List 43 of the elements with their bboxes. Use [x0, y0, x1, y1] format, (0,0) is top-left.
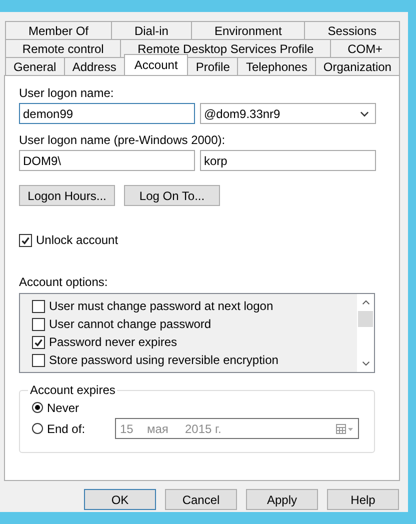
logon-name-field[interactable]: demon99: [19, 103, 195, 124]
tab[interactable]: Member Of: [5, 21, 112, 39]
section-label: Account options:: [19, 275, 108, 289]
scroll-down-icon[interactable]: [362, 361, 370, 366]
group-title: Account expires: [29, 383, 116, 397]
logon-name-field[interactable]: korp: [200, 150, 376, 171]
checkbox[interactable]: [32, 318, 45, 330]
scroll-up-icon[interactable]: [362, 300, 370, 305]
tab[interactable]: General: [5, 57, 65, 75]
field-label: User logon name (pre-Windows 2000):: [19, 133, 226, 147]
domain-prefix-field[interactable]: DOM9\: [19, 150, 195, 171]
dialog-button[interactable]: Apply: [246, 489, 318, 510]
scrollbar[interactable]: [356, 294, 374, 372]
dialog-button[interactable]: Log On To...: [124, 185, 220, 206]
scroll-thumb[interactable]: [358, 311, 373, 327]
tab[interactable]: Organization: [314, 57, 400, 75]
option-label: User cannot change password: [49, 317, 212, 331]
tab[interactable]: COM+: [330, 39, 400, 57]
checkbox[interactable]: [32, 300, 45, 312]
dialog-button[interactable]: Help: [327, 489, 399, 510]
radio-label: Never: [47, 400, 80, 414]
option-label: Store password using reversible encryption: [49, 353, 278, 367]
tab[interactable]: Sessions: [304, 21, 400, 39]
radio-label: End of:: [47, 422, 86, 436]
options-listbox[interactable]: User must change password at next logon User cannot change password Password never expires Store password using reversible encryption: [19, 293, 375, 373]
checkbox[interactable]: [19, 234, 32, 246]
checkbox[interactable]: [32, 354, 45, 366]
caret-icon: [360, 110, 369, 116]
radio-button[interactable]: [32, 402, 43, 413]
checkbox-label: Unlock account: [36, 233, 118, 247]
dialog-button[interactable]: Cancel: [165, 489, 237, 510]
option-label: Password never expires: [49, 335, 178, 349]
field-label: User logon name:: [19, 86, 114, 100]
dialog-button[interactable]: OK: [84, 489, 156, 510]
checkbox[interactable]: [32, 336, 45, 348]
dialog-button[interactable]: Logon Hours...: [19, 185, 115, 206]
tab[interactable]: Telephones: [237, 57, 316, 75]
tab[interactable]: Account: [124, 54, 188, 75]
tab[interactable]: Remote control: [5, 39, 122, 57]
domain-dropdown[interactable]: @dom9.33nr9: [200, 103, 376, 124]
radio-button[interactable]: [32, 423, 43, 434]
tab[interactable]: Remote Desktop Services Profile: [120, 39, 332, 57]
option-label: User must change password at next logon: [49, 299, 274, 313]
